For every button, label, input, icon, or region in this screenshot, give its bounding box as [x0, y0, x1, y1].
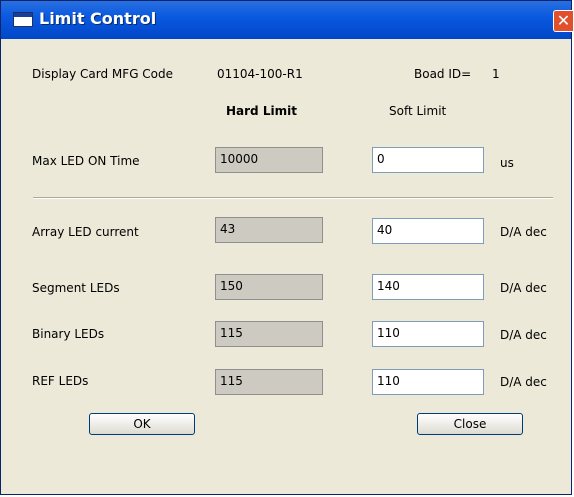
array-led-current-label: Array LED current — [32, 225, 139, 239]
ref-leds-soft-input[interactable]: 110 — [372, 369, 484, 395]
mfg-code-value: 01104-100-R1 — [217, 67, 303, 81]
array-led-current-soft-input[interactable]: 40 — [372, 218, 484, 244]
binary-leds-soft-input[interactable]: 110 — [372, 321, 484, 347]
max-led-on-time-soft-input[interactable]: 0 — [372, 147, 484, 173]
hard-limit-header: Hard Limit — [226, 104, 297, 118]
segment-leds-soft-input[interactable]: 140 — [372, 274, 484, 300]
max-led-on-time-hard-field: 10000 — [215, 147, 323, 173]
window-title: Limit Control — [39, 9, 157, 28]
segment-leds-unit: D/A dec — [500, 281, 547, 295]
array-led-current-unit: D/A dec — [500, 225, 547, 239]
ref-leds-label: REF LEDs — [32, 374, 89, 388]
ref-leds-hard-field: 115 — [215, 369, 323, 395]
board-id-label: Boad ID= — [414, 67, 472, 81]
soft-limit-header: Soft Limit — [389, 104, 447, 118]
segment-leds-label: Segment LEDs — [32, 281, 120, 295]
separator-line — [33, 197, 553, 199]
binary-leds-unit: D/A dec — [500, 328, 547, 342]
limit-control-window: Limit Control ✕ Display Card MFG Code 01… — [0, 0, 573, 495]
binary-leds-label: Binary LEDs — [32, 327, 105, 341]
mfg-code-label: Display Card MFG Code — [32, 67, 174, 81]
max-led-on-time-label: Max LED ON Time — [32, 154, 140, 168]
array-led-current-hard-field: 43 — [215, 217, 323, 243]
window-icon — [13, 12, 33, 27]
close-window-icon[interactable]: ✕ — [553, 10, 573, 32]
board-id-value: 1 — [492, 67, 500, 81]
title-bar[interactable]: Limit Control ✕ — [1, 1, 573, 39]
close-button[interactable]: Close — [417, 413, 523, 435]
max-led-on-time-unit: us — [500, 156, 514, 170]
segment-leds-hard-field: 150 — [215, 274, 323, 300]
ref-leds-unit: D/A dec — [500, 375, 547, 389]
binary-leds-hard-field: 115 — [215, 321, 323, 347]
ok-button[interactable]: OK — [89, 413, 195, 435]
